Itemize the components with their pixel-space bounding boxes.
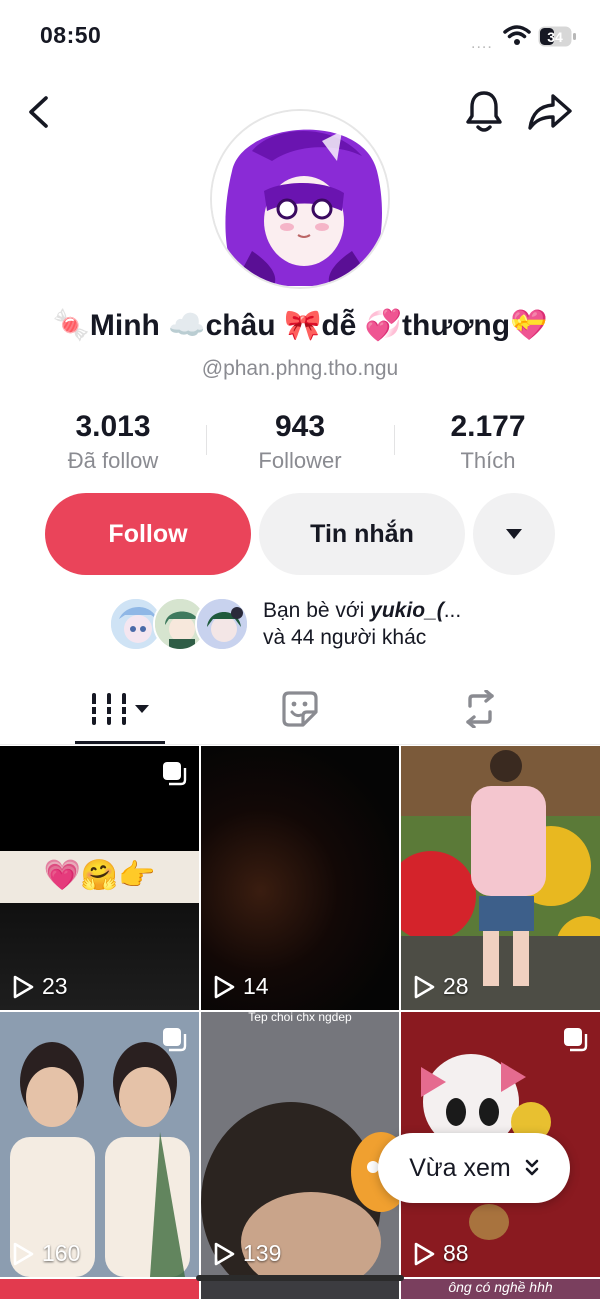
bell-icon[interactable] [464, 90, 504, 134]
avatar [195, 597, 249, 651]
tab-stickers[interactable] [255, 684, 345, 734]
stat-following-value: 3.013 [75, 410, 151, 443]
divider [0, 744, 600, 745]
stat-following[interactable]: 3.013 Đã follow [18, 410, 208, 474]
play-icon [214, 1242, 235, 1265]
profile-avatar[interactable] [210, 109, 390, 289]
name-part-1: Minh [89, 309, 160, 342]
video-tile[interactable] [201, 1279, 399, 1299]
view-count: 139 [213, 1240, 281, 1267]
tile-caption-emojis: 💗🤗👉 [43, 859, 156, 892]
recently-watched-button[interactable]: Vừa xem [378, 1133, 570, 1203]
tile-caption: Tep choi chx ngdep [248, 1012, 352, 1024]
display-name: 🍬Minh ☁️châu 🎀dễ 💞thương💝 [0, 308, 600, 343]
double-chevron-down-icon [525, 1159, 539, 1176]
name-emoji-heart-ribbon: 💝 [510, 309, 548, 342]
view-count-value: 139 [243, 1240, 282, 1266]
view-count-value: 88 [443, 1240, 469, 1266]
mutual-friends-more[interactable]: và 44 người khác [263, 626, 426, 650]
play-icon [13, 1242, 34, 1265]
play-icon [414, 975, 435, 998]
share-icon[interactable] [527, 92, 573, 132]
recently-watched-label: Vừa xem [409, 1153, 511, 1182]
name-part-3: dễ [321, 309, 357, 342]
back-icon[interactable] [22, 94, 58, 130]
name-emoji-hearts: 💞 [364, 309, 403, 342]
multi-photo-icon [564, 1028, 588, 1052]
view-count-value: 23 [42, 973, 68, 999]
name-emoji-cloud: ☁️ [168, 309, 206, 342]
name-emoji-candy: 🍬 [52, 309, 90, 342]
video-tile[interactable] [0, 1279, 199, 1299]
video-tile[interactable]: ông có nghề hhh [401, 1279, 600, 1299]
play-icon [214, 975, 235, 998]
follow-button[interactable]: Follow [45, 493, 251, 575]
video-tile[interactable]: 💗🤗👉 23 [0, 746, 199, 1010]
status-bar: 08:50 .... 34 [0, 0, 600, 70]
more-options-button[interactable] [473, 493, 555, 575]
stat-followers[interactable]: 943 Follower [205, 410, 395, 474]
repost-icon [466, 690, 494, 728]
multi-photo-icon [163, 1028, 187, 1052]
wifi-icon [503, 25, 531, 45]
video-grid: 💗🤗👉 23 14 28 160 Tep choi chx ngdep 139 … [0, 746, 600, 1299]
tab-videos[interactable] [75, 684, 165, 734]
view-count-value: 28 [443, 973, 469, 999]
tile-caption: ông có nghề hhh [448, 1279, 553, 1295]
friend-name: yukio_( [370, 599, 444, 622]
sticker-icon [282, 691, 318, 727]
friends-ellipsis: ... [443, 599, 462, 622]
video-tile[interactable]: 28 [401, 746, 600, 1010]
play-icon [414, 1242, 435, 1265]
view-count-value: 160 [42, 1240, 81, 1266]
grid-icon [89, 693, 149, 725]
mutual-friends-avatars[interactable] [109, 597, 249, 653]
stat-followers-label: Follower [258, 448, 342, 473]
name-part-4: thương [402, 309, 511, 342]
play-icon [13, 975, 34, 998]
status-time: 08:50 [40, 22, 102, 48]
video-tile[interactable]: 160 [0, 1012, 199, 1277]
view-count: 23 [12, 973, 68, 1000]
caret-down-icon [506, 529, 522, 539]
stat-likes-label: Thích [460, 448, 516, 473]
stat-following-label: Đã follow [67, 448, 159, 473]
stat-likes[interactable]: 2.177 Thích [393, 410, 583, 474]
stat-likes-value: 2.177 [450, 410, 526, 443]
battery-level: 34 [547, 29, 563, 45]
view-count-value: 14 [243, 973, 269, 999]
signal-icon: .... [471, 35, 493, 52]
stat-followers-value: 943 [274, 410, 326, 443]
multi-photo-icon [163, 762, 187, 786]
video-tile[interactable]: Tep choi chx ngdep 139 [201, 1012, 399, 1277]
message-button[interactable]: Tin nhắn [259, 493, 465, 575]
battery-icon: 34 [538, 26, 576, 47]
view-count: 160 [12, 1240, 80, 1267]
name-emoji-ribbon: 🎀 [283, 309, 322, 342]
name-part-2: châu [205, 309, 276, 342]
view-count: 14 [213, 973, 269, 1000]
friends-prefix: Bạn bè với [263, 599, 371, 622]
home-indicator[interactable] [196, 1275, 404, 1281]
video-tile[interactable]: 14 [201, 746, 399, 1010]
username-handle: @phan.phng.tho.ngu [201, 357, 399, 380]
tab-reposts[interactable] [435, 684, 525, 734]
mutual-friends-text[interactable]: Bạn bè với yukio_(... [263, 599, 461, 623]
view-count: 88 [413, 1240, 469, 1267]
tile-photo [401, 746, 600, 1010]
tile-photo [201, 1012, 399, 1277]
view-count: 28 [413, 973, 469, 1000]
